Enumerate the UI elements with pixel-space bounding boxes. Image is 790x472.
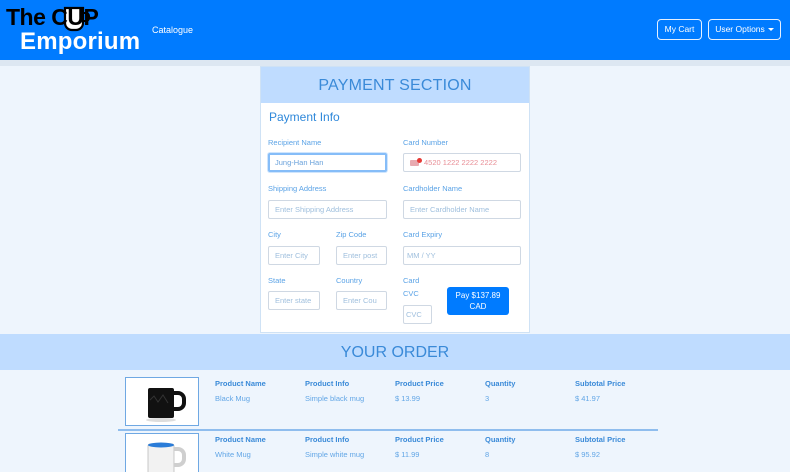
payment-info-heading: Payment Info xyxy=(269,110,340,124)
product-price: $ 11.99 xyxy=(395,450,420,459)
card-expiry-label: Card Expiry xyxy=(403,230,443,239)
column-header-subtotal: Subtotal Price xyxy=(575,379,626,388)
brand-logo[interactable]: The CUP Emporium xyxy=(6,4,144,56)
credit-card-icon xyxy=(410,158,422,166)
zip-code-label: Zip Code xyxy=(336,230,367,239)
column-header-quantity: Quantity xyxy=(485,379,516,388)
product-image xyxy=(125,377,199,426)
product-name: White Mug xyxy=(215,450,251,459)
card-number-input[interactable]: 4520 1222 2222 2222 xyxy=(403,153,521,172)
card-cvc-input[interactable]: CVC xyxy=(403,305,432,324)
product-price: $ 13.99 xyxy=(395,394,421,403)
column-header-subtotal: Subtotal Price xyxy=(575,435,626,444)
navbar: The CUP Emporium Catalogue My Cart User … xyxy=(0,0,790,60)
order-section-header: YOUR ORDER xyxy=(0,334,790,370)
card-cvc-label-line1: Card xyxy=(403,276,420,285)
column-header-product-price: Product Price xyxy=(395,379,444,388)
column-header-product-info: Product Info xyxy=(305,435,350,444)
card-cvc-label-line2: CVC xyxy=(403,289,419,298)
shipping-address-input[interactable]: Enter Shipping Address xyxy=(268,200,387,219)
order-row: Product Name Product Info Product Price … xyxy=(118,376,658,428)
state-label: State xyxy=(268,276,286,285)
card-expiry-input[interactable]: MM / YY xyxy=(403,246,521,265)
caret-down-icon xyxy=(767,28,774,31)
pay-button-currency: CAD xyxy=(469,302,487,311)
pay-button-amount: Pay $137.89 xyxy=(455,291,501,300)
product-quantity: 3 xyxy=(485,394,490,403)
recipient-name-input[interactable]: Jung-Han Han xyxy=(268,153,387,172)
column-header-product-name: Product Name xyxy=(215,379,266,388)
white-mug-icon xyxy=(126,434,198,472)
country-input[interactable]: Enter Cou xyxy=(336,291,387,310)
city-label: City xyxy=(268,230,281,239)
product-name: Black Mug xyxy=(215,394,251,403)
black-mug-icon xyxy=(126,378,198,425)
state-input[interactable]: Enter state xyxy=(268,291,320,310)
column-header-product-info: Product Info xyxy=(305,379,350,388)
nav-catalogue-link[interactable]: Catalogue xyxy=(152,24,193,36)
country-label: Country xyxy=(336,276,363,285)
logo-text-line1: The CUP xyxy=(6,4,99,30)
product-subtotal: $ 95.92 xyxy=(575,450,601,459)
zip-code-input[interactable]: Enter post xyxy=(336,246,387,265)
card-number-label: Card Number xyxy=(403,138,449,147)
product-quantity: 8 xyxy=(485,450,490,459)
column-header-quantity: Quantity xyxy=(485,435,516,444)
product-image xyxy=(125,433,199,472)
my-cart-button[interactable]: My Cart xyxy=(657,19,702,40)
column-header-product-price: Product Price xyxy=(395,435,444,444)
city-input[interactable]: Enter City xyxy=(268,246,320,265)
shipping-address-label: Shipping Address xyxy=(268,184,327,193)
logo-text-line2: Emporium xyxy=(20,28,141,55)
cardholder-name-label: Cardholder Name xyxy=(403,184,463,193)
order-section-title: YOUR ORDER xyxy=(340,344,450,361)
cardholder-name-input[interactable]: Enter Cardholder Name xyxy=(403,200,521,219)
pay-button[interactable]: Pay $137.89 CAD xyxy=(447,287,509,315)
product-info: Simple black mug xyxy=(305,394,365,403)
user-options-button[interactable]: User Options xyxy=(708,19,781,40)
row-divider xyxy=(118,429,658,431)
column-header-product-name: Product Name xyxy=(215,435,266,444)
card-number-placeholder: 4520 1222 2222 2222 xyxy=(424,158,497,167)
recipient-name-label: Recipient Name xyxy=(268,138,322,147)
payment-section-title: PAYMENT SECTION xyxy=(318,77,472,94)
user-options-label: User Options xyxy=(715,24,765,34)
order-row: Product Name Product Info Product Price … xyxy=(118,432,658,472)
product-subtotal: $ 41.97 xyxy=(575,394,601,403)
payment-section-header: PAYMENT SECTION xyxy=(261,67,529,103)
product-info: Simple white mug xyxy=(305,450,365,459)
